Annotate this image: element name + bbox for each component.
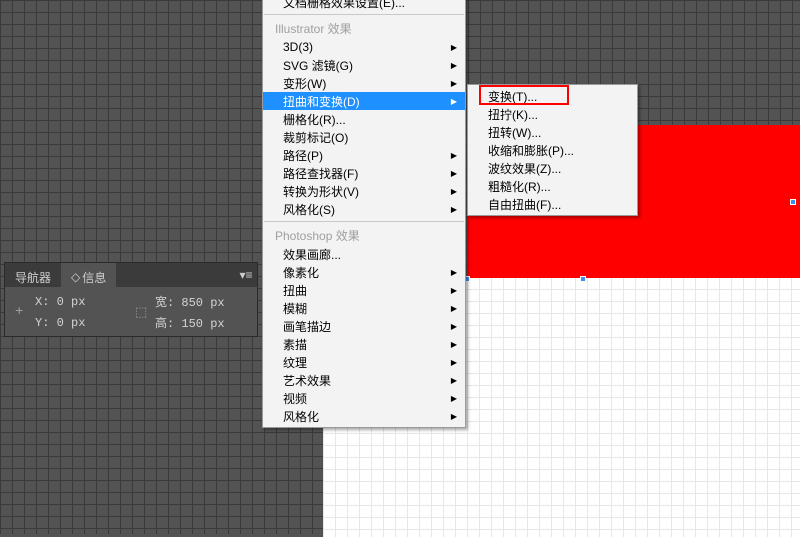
menu-item-photoshop-3[interactable]: 模糊	[263, 299, 465, 317]
menu-header-photoshop: Photoshop 效果	[263, 225, 465, 245]
menu-item-illustrator-9[interactable]: 风格化(S)	[263, 200, 465, 218]
effects-menu: 文档栅格效果设置(E)... Illustrator 效果 3D(3)SVG 滤…	[262, 0, 466, 428]
tab-info[interactable]: ◇信息	[61, 263, 116, 287]
submenu-item-3[interactable]: 收缩和膨胀(P)...	[468, 141, 637, 159]
info-panel-tabs: 导航器 ◇信息 ▾≡	[5, 263, 257, 287]
submenu-item-0[interactable]: 变换(T)...	[468, 87, 637, 105]
menu-item-illustrator-6[interactable]: 路径(P)	[263, 146, 465, 164]
menu-item-photoshop-4[interactable]: 画笔描边	[263, 317, 465, 335]
menu-item-illustrator-2[interactable]: 变形(W)	[263, 74, 465, 92]
menu-item-illustrator-4[interactable]: 栅格化(R)...	[263, 110, 465, 128]
menu-header-illustrator: Illustrator 效果	[263, 18, 465, 38]
menu-item-illustrator-0[interactable]: 3D(3)	[263, 38, 465, 56]
submenu-item-2[interactable]: 扭转(W)...	[468, 123, 637, 141]
selection-handle[interactable]	[580, 276, 586, 282]
menu-item-illustrator-1[interactable]: SVG 滤镜(G)	[263, 56, 465, 74]
info-panel: 导航器 ◇信息 ▾≡ + X: 0 px ⬚ 宽: 850 px Y: 0 px…	[4, 262, 258, 337]
x-value: 0 px	[57, 295, 86, 309]
menu-item-photoshop-2[interactable]: 扭曲	[263, 281, 465, 299]
submenu-item-6[interactable]: 自由扭曲(F)...	[468, 195, 637, 213]
submenu-item-1[interactable]: 扭拧(K)...	[468, 105, 637, 123]
menu-item-photoshop-9[interactable]: 风格化	[263, 407, 465, 425]
menu-item-photoshop-0[interactable]: 效果画廊...	[263, 245, 465, 263]
distort-transform-submenu: 变换(T)...扭拧(K)...扭转(W)...收缩和膨胀(P)...波纹效果(…	[467, 84, 638, 216]
submenu-item-4[interactable]: 波纹效果(Z)...	[468, 159, 637, 177]
tab-info-label: 信息	[82, 269, 106, 286]
menu-item-photoshop-6[interactable]: 纹理	[263, 353, 465, 371]
menu-item-illustrator-3[interactable]: 扭曲和变换(D)	[263, 92, 465, 110]
menu-item-illustrator-5[interactable]: 裁剪标记(O)	[263, 128, 465, 146]
panel-menu-icon[interactable]: ▾≡	[235, 263, 257, 287]
menu-item-photoshop-7[interactable]: 艺术效果	[263, 371, 465, 389]
y-label: Y:	[35, 316, 49, 330]
h-label: 高:	[155, 317, 174, 331]
y-value: 0 px	[57, 316, 86, 330]
x-label: X:	[35, 295, 49, 309]
tab-navigator[interactable]: 导航器	[5, 263, 61, 287]
menu-item-photoshop-8[interactable]: 视频	[263, 389, 465, 407]
selection-handle[interactable]	[790, 199, 796, 205]
menu-item-doc-raster-settings[interactable]: 文档栅格效果设置(E)...	[263, 0, 465, 11]
w-value: 850 px	[181, 296, 224, 310]
menu-separator	[264, 221, 464, 222]
menu-separator	[264, 14, 464, 15]
menu-item-illustrator-7[interactable]: 路径查找器(F)	[263, 164, 465, 182]
info-panel-body: + X: 0 px ⬚ 宽: 850 px Y: 0 px 高: 150 px	[5, 287, 257, 337]
crosshair-icon: +	[15, 304, 35, 320]
w-label: 宽:	[155, 296, 174, 310]
submenu-item-5[interactable]: 粗糙化(R)...	[468, 177, 637, 195]
menu-item-illustrator-8[interactable]: 转换为形状(V)	[263, 182, 465, 200]
menu-item-photoshop-1[interactable]: 像素化	[263, 263, 465, 281]
h-value: 150 px	[181, 317, 224, 331]
dimensions-icon: ⬚	[135, 305, 155, 320]
menu-item-photoshop-5[interactable]: 素描	[263, 335, 465, 353]
